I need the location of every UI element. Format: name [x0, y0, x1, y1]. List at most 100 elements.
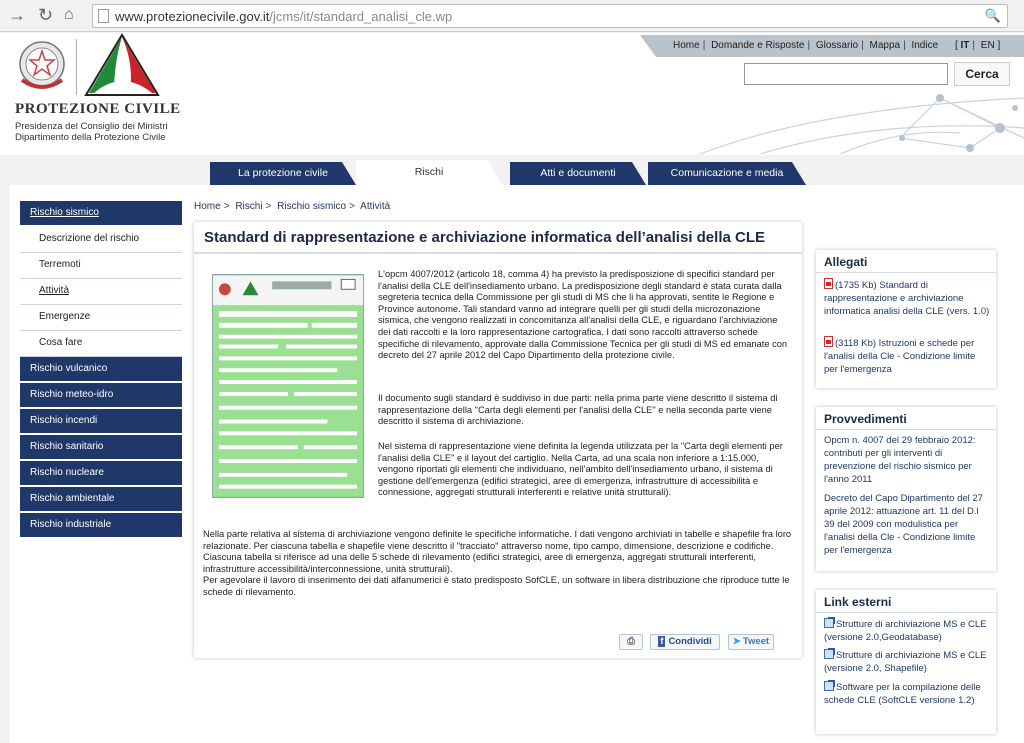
- breadcrumb-rischi[interactable]: Rischi: [235, 201, 262, 212]
- box-divider: [816, 429, 996, 430]
- print-button[interactable]: ⎙: [619, 634, 643, 650]
- zoom-icon[interactable]: 🔍: [985, 8, 1001, 24]
- url-domain: www.protezionecivile.gov.it: [115, 9, 270, 24]
- lang-it-link[interactable]: IT: [961, 40, 970, 51]
- toplink-glossary[interactable]: Glossario: [816, 40, 858, 51]
- sidebar-item-label: Terremoti: [39, 259, 81, 270]
- twitter-icon: ➤: [732, 636, 741, 647]
- provvedimenti-box: Provvedimenti Opcm n. 4007 del 29 febbra…: [816, 407, 996, 571]
- article-paragraph-text: Per agevolare il lavoro di inserimento d…: [203, 575, 790, 597]
- page-icon: [98, 9, 109, 23]
- article-paragraph: Nella parte relativa al sistema di archi…: [203, 529, 793, 599]
- external-link-icon: [824, 617, 835, 628]
- sidebar-item-rischio-ambientale[interactable]: Rischio ambientale: [20, 487, 182, 513]
- allegato-link[interactable]: (3118 Kb) Istruzioni e schede per l'anal…: [824, 335, 990, 376]
- link-esterni-title: Link esterni: [824, 595, 892, 609]
- tab-protezione-civile[interactable]: La protezione civile: [210, 162, 356, 185]
- network-decoration-icon: [699, 94, 1024, 154]
- sidebar-item-rischio-meteo-idro[interactable]: Rischio meteo-idro: [20, 383, 182, 409]
- sidebar-item-terremoti[interactable]: Terremoti: [20, 253, 182, 279]
- reload-icon[interactable]: ↻: [38, 6, 53, 24]
- article-header: Standard di rappresentazione e archiviaz…: [194, 222, 794, 252]
- article-paragraph-text: Nella parte relativa al sistema di archi…: [203, 529, 792, 574]
- provvedimento-link[interactable]: Decreto del Capo Dipartimento del 27 apr…: [824, 492, 990, 557]
- sidebar: Rischio sismico Descrizione del rischio …: [20, 201, 182, 539]
- protezione-civile-logo-icon: [84, 33, 160, 96]
- site-header: PROTEZIONE CIVILE Presidenza del Consigl…: [0, 33, 1024, 155]
- republic-emblem-icon: [19, 41, 65, 89]
- toplink-faq[interactable]: Domande e Risposte: [711, 40, 804, 51]
- document-thumbnail[interactable]: [212, 274, 364, 498]
- external-link-label: Strutture di archiviazione MS e CLE (ver…: [824, 619, 987, 643]
- external-link[interactable]: Strutture di archiviazione MS e CLE (ver…: [824, 648, 990, 675]
- toplink-map[interactable]: Mappa: [870, 40, 901, 51]
- tab-rischi[interactable]: Rischi: [356, 160, 502, 185]
- sidebar-item-cosa-fare[interactable]: Cosa fare: [20, 331, 182, 357]
- search-button[interactable]: Cerca: [954, 62, 1010, 86]
- article-panel: Standard di rappresentazione e archiviaz…: [194, 222, 802, 658]
- url-text: www.protezionecivile.gov.it/jcms/it/stan…: [115, 9, 452, 24]
- external-link-icon: [824, 648, 835, 659]
- address-bar[interactable]: www.protezionecivile.gov.it/jcms/it/stan…: [92, 4, 1008, 28]
- sidebar-item-rischio-incendi[interactable]: Rischio incendi: [20, 409, 182, 435]
- facebook-share-button[interactable]: f Condividi: [650, 634, 720, 650]
- title-divider: [194, 252, 802, 254]
- allegato-label: (3118 Kb) Istruzioni e schede per l'anal…: [824, 338, 976, 375]
- breadcrumb-attivita[interactable]: Attività: [360, 201, 390, 212]
- allegato-link[interactable]: (1735 Kb) Standard di rappresentazione e…: [824, 277, 990, 318]
- box-divider: [816, 272, 996, 273]
- external-link[interactable]: Software per la compilazione delle sched…: [824, 680, 990, 707]
- facebook-share-label: Condividi: [668, 636, 712, 647]
- external-link-label: Strutture di archiviazione MS e CLE (ver…: [824, 650, 987, 674]
- external-link-label: Software per la compilazione delle sched…: [824, 682, 981, 706]
- allegati-title: Allegati: [824, 255, 868, 269]
- breadcrumb-home[interactable]: Home: [194, 201, 221, 212]
- sidebar-item-descrizione[interactable]: Descrizione del rischio: [20, 227, 182, 253]
- back-icon[interactable]: →: [8, 6, 26, 24]
- tweet-label: Tweet: [742, 636, 770, 647]
- pdf-icon: [824, 278, 833, 289]
- home-icon[interactable]: ⌂: [64, 6, 74, 24]
- toplink-index[interactable]: Indice: [911, 40, 938, 51]
- sidebar-item-rischio-nucleare[interactable]: Rischio nucleare: [20, 461, 182, 487]
- box-divider: [816, 612, 996, 613]
- sidebar-item-rischio-sanitario[interactable]: Rischio sanitario: [20, 435, 182, 461]
- article-paragraph: L'opcm 4007/2012 (articolo 18, comma 4) …: [378, 269, 788, 361]
- sidebar-item-label: Cosa fare: [39, 337, 83, 348]
- pdf-icon: [824, 336, 833, 347]
- tab-atti-documenti[interactable]: Atti e documenti: [510, 162, 646, 185]
- brand-subtitle-line: Dipartimento della Protezione Civile: [15, 132, 166, 143]
- sidebar-item-label: Emergenze: [39, 311, 91, 322]
- breadcrumb-rischio-sismico[interactable]: Rischio sismico: [277, 201, 346, 212]
- sidebar-item-emergenze[interactable]: Emergenze: [20, 305, 182, 331]
- provvedimento-link[interactable]: Opcm n. 4007 del 29 febbraio 2012: contr…: [824, 434, 990, 486]
- brand-subtitle: Presidenza del Consiglio dei Ministri Di…: [15, 121, 168, 143]
- brand-name: PROTEZIONE CIVILE: [15, 101, 181, 117]
- external-link-icon: [824, 680, 835, 691]
- allegati-box: Allegati (1735 Kb) Standard di rappresen…: [816, 250, 996, 388]
- lang-en-link[interactable]: EN: [981, 40, 995, 51]
- browser-toolbar: → ↻ ⌂ www.protezionecivile.gov.it/jcms/i…: [0, 0, 1024, 32]
- tweet-button[interactable]: ➤ Tweet: [728, 634, 774, 650]
- sidebar-item-label: Descrizione del rischio: [39, 233, 140, 244]
- sidebar-item-rischio-sismico[interactable]: Rischio sismico: [20, 201, 182, 227]
- article-paragraph: Nel sistema di rappresentazione viene de…: [378, 441, 783, 498]
- sidebar-item-attivita[interactable]: Attività: [20, 279, 182, 305]
- sidebar-item-rischio-industriale[interactable]: Rischio industriale: [20, 513, 182, 539]
- sidebar-item-rischio-vulcanico[interactable]: Rischio vulcanico: [20, 357, 182, 383]
- article-paragraph: Il documento sugli standard è suddiviso …: [378, 393, 778, 427]
- search-input[interactable]: [744, 63, 948, 85]
- page-title: Standard di rappresentazione e archiviaz…: [204, 229, 765, 246]
- brand-subtitle-line: Presidenza del Consiglio dei Ministri: [15, 121, 168, 132]
- facebook-icon: f: [658, 636, 666, 647]
- provvedimenti-title: Provvedimenti: [824, 412, 907, 426]
- breadcrumb: Home > Rischi > Rischio sismico > Attività: [194, 201, 391, 212]
- tab-comunicazione-media[interactable]: Comunicazione e media: [648, 162, 806, 185]
- main-nav: La protezione civile Rischi Atti e docum…: [0, 155, 1024, 185]
- logo-divider: [76, 39, 77, 95]
- allegato-label: (1735 Kb) Standard di rappresentazione e…: [824, 280, 990, 317]
- url-path: /jcms/it/standard_analisi_cle.wp: [269, 9, 453, 24]
- toplink-home[interactable]: Home: [673, 40, 700, 51]
- top-links: Home | Domande e Risposte | Glossario | Map…: [673, 40, 1001, 51]
- external-link[interactable]: Strutture di archiviazione MS e CLE (ver…: [824, 617, 990, 644]
